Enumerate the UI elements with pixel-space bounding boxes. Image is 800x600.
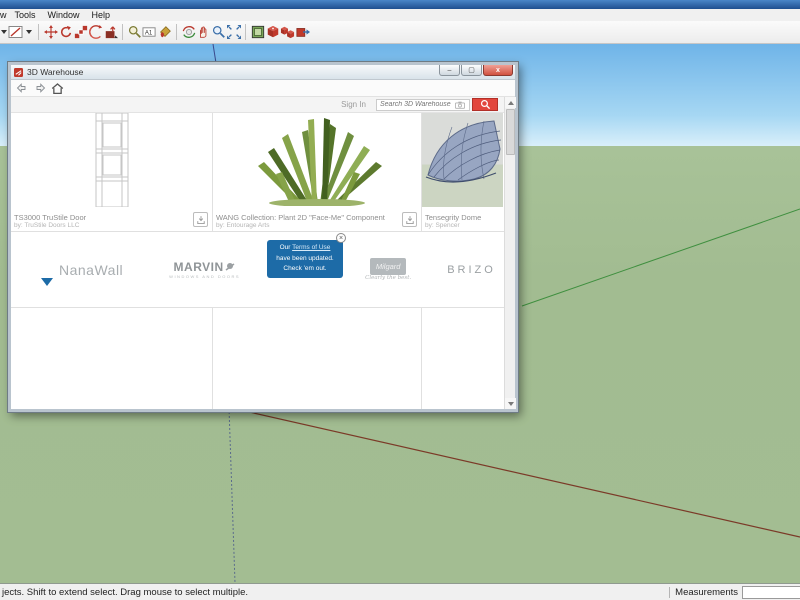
model-card-marlins-park[interactable]: Marlins Park by: Midnightman10 (213, 308, 422, 409)
nanawall-logo[interactable]: NanaWall (59, 262, 123, 278)
dialog-titlebar[interactable]: 3D Warehouse – ▢ x (11, 65, 515, 80)
blue-axis-down-dashed (228, 407, 236, 583)
menu-bar: w Tools Window Help (0, 9, 800, 21)
dialog-nav-bar (11, 80, 515, 97)
marvin-mark-icon (225, 263, 235, 271)
scale-tool-icon[interactable] (73, 24, 88, 40)
forward-button[interactable] (32, 81, 47, 95)
terms-of-use-link[interactable]: Terms of Use (292, 244, 330, 251)
download-icon (405, 215, 414, 224)
model-card-comerica-park[interactable]: Comerica Park by: Google 3D Warehouse (11, 308, 213, 409)
dimensions-tool-icon[interactable]: A1 (142, 24, 157, 40)
3d-warehouse-dialog: 3D Warehouse – ▢ x Sign In Search 3D War… (7, 61, 519, 413)
home-button[interactable] (50, 81, 65, 95)
dimensions-glyph: A1 (145, 30, 153, 36)
minimize-button[interactable]: – (439, 65, 460, 76)
door-thumbnail (11, 113, 212, 207)
zoom-tool-icon[interactable] (211, 24, 226, 40)
model-author[interactable]: by: TruStile Doors LLC (14, 222, 86, 229)
paint-bucket-tool-icon[interactable] (157, 24, 172, 40)
push-pull-tool-icon[interactable] (103, 24, 118, 40)
sign-in-link[interactable]: Sign In (341, 100, 366, 109)
model-title[interactable]: TS3000 TruStile Door (14, 213, 86, 222)
blue-axis-up (212, 44, 217, 64)
window-controls: – ▢ x (438, 65, 513, 76)
sketchup-app-icon (14, 67, 23, 77)
toolbar-separator (245, 24, 246, 40)
download-button[interactable] (193, 212, 208, 227)
back-arrow-icon (16, 83, 25, 93)
zoom-extents-tool-icon[interactable] (226, 24, 241, 40)
move-tool-icon[interactable] (43, 24, 58, 40)
scrollbar-thumb[interactable] (506, 109, 515, 155)
green-axis (521, 208, 800, 307)
terms-tooltip: Our Terms of Use have been updated. Chec… (267, 240, 343, 278)
caret-partial-icon[interactable] (0, 24, 8, 40)
model-author[interactable]: by: Spencer (425, 222, 481, 229)
model-title[interactable]: Tensegrity Dome (425, 213, 481, 222)
search-box (376, 98, 470, 111)
window-titlebar-strip (0, 0, 800, 9)
red-axis (235, 408, 800, 538)
tooltip-pointer (41, 278, 53, 286)
front-view-icon[interactable] (250, 24, 265, 40)
close-button[interactable]: x (483, 65, 513, 76)
search-icon (480, 99, 490, 110)
brizo-logo[interactable]: BRIZO (447, 264, 496, 276)
model-card-wang-plant[interactable]: WANG Collection: Plant 2D "Face-Me" Comp… (213, 113, 422, 231)
pan-tool-icon[interactable] (196, 24, 211, 40)
menu-item-window[interactable]: Window (42, 10, 86, 20)
search-button[interactable] (472, 98, 498, 111)
orbit-tool-icon[interactable] (181, 24, 196, 40)
offset-tool-icon[interactable] (88, 24, 103, 40)
home-icon (51, 82, 64, 94)
dialog-title: 3D Warehouse (27, 67, 84, 77)
search-input[interactable] (377, 101, 455, 108)
download-button[interactable] (402, 212, 417, 227)
warehouse-web-content: Sign In TS3000 TruStile Door b (11, 97, 504, 409)
styles-dropdown-icon[interactable] (8, 24, 34, 40)
marvin-logo[interactable]: MARVIN WINDOWS AND DOORS (169, 260, 240, 279)
camera-icon[interactable] (455, 101, 465, 109)
components-pair-icon[interactable] (280, 24, 295, 40)
model-card-veterans-stadium[interactable]: Veterans Stadium by: djfeta (422, 308, 503, 409)
dialog-scrollbar[interactable] (504, 97, 516, 409)
maximize-button[interactable]: ▢ (461, 65, 482, 76)
measurements-label: Measurements (675, 586, 738, 598)
status-bar: jects. Shift to extend select. Drag mous… (0, 583, 800, 600)
tooltip-close-icon[interactable]: × (336, 233, 346, 243)
model-card-tensegrity-dome[interactable]: Tensegrity Dome by: Spencer (422, 113, 503, 231)
download-icon (196, 215, 205, 224)
toolbar-separator (122, 24, 123, 40)
tool-toolbar: A1 (0, 21, 800, 44)
menu-item-help[interactable]: Help (86, 10, 117, 20)
scroll-up-arrow[interactable] (505, 97, 516, 108)
menu-item-tools[interactable]: Tools (9, 10, 42, 20)
menu-item-draw-partial[interactable]: w (0, 10, 9, 20)
forward-arrow-icon (36, 83, 45, 93)
brand-logo-strip: NanaWall MARVIN WINDOWS AND DOORS THE BO… (11, 232, 504, 308)
zoom-window-tool-icon[interactable] (127, 24, 142, 40)
model-card-trustile-door[interactable]: TS3000 TruStile Door by: TruStile Doors … (11, 113, 213, 231)
model-row-2: Comerica Park by: Google 3D Warehouse Ma… (11, 308, 504, 409)
scroll-down-arrow[interactable] (505, 398, 516, 409)
status-separator (669, 586, 671, 598)
rotate-tool-icon[interactable] (58, 24, 73, 40)
back-button[interactable] (14, 81, 29, 95)
toolbar-separator (176, 24, 177, 40)
share-model-icon[interactable] (295, 24, 310, 40)
measurements-input[interactable] (742, 585, 800, 599)
milgard-logo[interactable]: Milgard Clearly the best. (365, 258, 411, 281)
model-title[interactable]: WANG Collection: Plant 2D "Face-Me" Comp… (216, 213, 385, 222)
warehouse-header: Sign In (11, 97, 504, 113)
component-red-icon[interactable] (265, 24, 280, 40)
dome-thumbnail (422, 113, 503, 207)
toolbar-separator (38, 24, 39, 40)
plant-thumbnail (213, 113, 421, 207)
sketchup-window: w Tools Window Help A1 3D Warehouse – ▢ … (0, 0, 800, 600)
model-row-1: TS3000 TruStile Door by: TruStile Doors … (11, 113, 504, 232)
model-author[interactable]: by: Entourage Arts (216, 222, 385, 229)
status-hint-text: jects. Shift to extend select. Drag mous… (2, 586, 249, 598)
